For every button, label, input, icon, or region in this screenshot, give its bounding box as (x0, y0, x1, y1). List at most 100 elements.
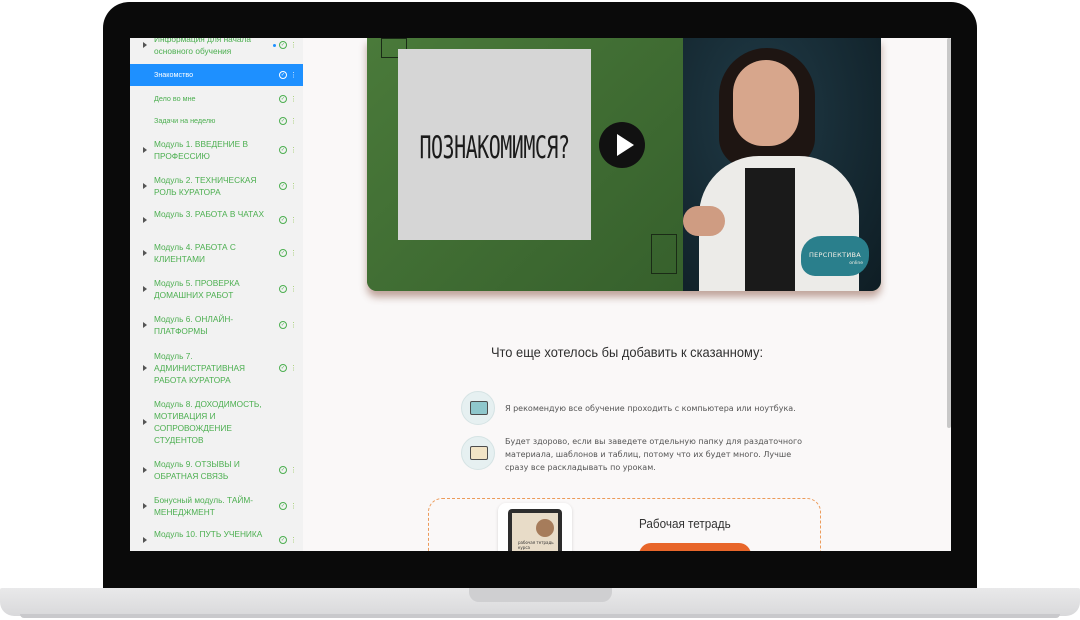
workbook-title: Рабочая тетрадь (639, 516, 731, 531)
laptop-base-shadow (20, 614, 1060, 618)
sidebar-item[interactable]: Модуль 4. РАБОТА С КЛИЕНТАМИ ✓ ⋮ (130, 236, 303, 270)
tip-item: Будет здорово, если вы заведете отдельну… (461, 436, 802, 478)
more-options-icon[interactable]: ⋮ (290, 117, 297, 125)
sidebar-item-label: Модуль 9. ОТЗЫВЫ И ОБРАТНАЯ СВЯЗЬ (154, 459, 240, 481)
sidebar-item-label: Модуль 6. ОНЛАЙН-ПЛАТФОРМЫ (154, 314, 234, 336)
more-options-icon[interactable]: ⋮ (290, 216, 297, 224)
completed-check-icon: ✓ (279, 71, 287, 79)
expand-arrow-icon[interactable] (143, 503, 147, 509)
presenter-top (745, 168, 795, 291)
sidebar-item[interactable]: Модуль 8. ДОХОДИМОСТЬ, МОТИВАЦИЯ И СОПРО… (130, 394, 303, 450)
expand-arrow-icon[interactable] (143, 147, 147, 153)
completed-check-icon: ✓ (279, 249, 287, 257)
more-options-icon[interactable]: ⋮ (290, 364, 297, 372)
completed-check-icon: ✓ (279, 216, 287, 224)
sidebar-item[interactable]: Модуль 2. ТЕХНИЧЕСКАЯ РОЛЬ КУРАТОРА ✓ ⋮ (130, 168, 303, 204)
more-options-icon[interactable]: ⋮ (290, 502, 297, 510)
more-options-icon[interactable]: ⋮ (290, 285, 297, 293)
more-options-icon[interactable]: ⋮ (290, 95, 297, 103)
completed-check-icon: ✓ (279, 364, 287, 372)
expand-arrow-icon[interactable] (143, 419, 147, 425)
board-frame (651, 234, 677, 274)
screen: Информация для начала основного обучения… (130, 38, 951, 551)
sidebar-item[interactable]: Задачи на неделю ✓ ⋮ (130, 110, 303, 132)
sidebar-item[interactable]: Модуль 5. ПРОВЕРКА ДОМАШНИХ РАБОТ ✓ ⋮ (130, 272, 303, 306)
sidebar-item[interactable]: Информация для начала основного обучения… (130, 38, 303, 60)
folder-icon (461, 436, 495, 470)
sidebar-item-label: Дело во мне (154, 94, 196, 103)
lesson-sidebar: Информация для начала основного обучения… (130, 38, 303, 551)
workbook-card: рабочая тетрадь курса Рабочая тетрадь (428, 498, 821, 551)
video-paper-sheet: ПОЗНАКОМИМСЯ? (398, 49, 591, 240)
sidebar-item[interactable]: Дело во мне ✓ ⋮ (130, 88, 303, 110)
video-green-board: ПОЗНАКОМИМСЯ? (367, 38, 683, 291)
sidebar-item[interactable]: Модуль 9. ОТЗЫВЫ И ОБРАТНАЯ СВЯЗЬ ✓ ⋮ (130, 452, 303, 488)
completed-check-icon: ✓ (279, 41, 287, 49)
expand-arrow-icon[interactable] (143, 286, 147, 292)
workbook-cover: рабочая тетрадь курса (512, 513, 558, 551)
more-options-icon[interactable]: ⋮ (290, 321, 297, 329)
sidebar-item-label: Модуль 2. ТЕХНИЧЕСКАЯ РОЛЬ КУРАТОРА (154, 175, 257, 197)
sidebar-item[interactable]: Знакомство ✓ ⋮ (130, 64, 303, 86)
video-player[interactable]: ПОЗНАКОМИМСЯ? ПЕРСПЕКТИВА online (367, 38, 881, 291)
sidebar-item-label: Модуль 8. ДОХОДИМОСТЬ, МОТИВАЦИЯ И СОПРО… (154, 399, 262, 445)
completed-check-icon: ✓ (279, 95, 287, 103)
expand-arrow-icon[interactable] (143, 183, 147, 189)
sidebar-item[interactable]: Модуль 6. ОНЛАЙН-ПЛАТФОРМЫ ✓ ⋮ (130, 308, 303, 342)
section-title: Что еще хотелось бы добавить к сказанном… (490, 344, 764, 360)
more-options-icon[interactable]: ⋮ (290, 71, 297, 79)
more-options-icon[interactable]: ⋮ (290, 249, 297, 257)
completed-check-icon: ✓ (279, 117, 287, 125)
sidebar-item-label: Модуль 5. ПРОВЕРКА ДОМАШНИХ РАБОТ (154, 278, 240, 300)
sidebar-item[interactable]: Модуль 1. ВВЕДЕНИЕ В ПРОФЕССИЮ ✓ ⋮ (130, 132, 303, 168)
tip-text: Я рекомендую все обучение проходить с ко… (505, 404, 796, 413)
sidebar-item-label: Модуль 4. РАБОТА С КЛИЕНТАМИ (154, 242, 236, 264)
laptop-notch (469, 588, 612, 602)
video-paper-text: ПОЗНАКОМИМСЯ? (419, 128, 570, 166)
expand-arrow-icon[interactable] (143, 467, 147, 473)
more-options-icon[interactable]: ⋮ (290, 146, 297, 154)
sidebar-item-label: Бонусный модуль. ТАЙМ-МЕНЕДЖМЕНТ (154, 495, 254, 517)
expand-arrow-icon[interactable] (143, 365, 147, 371)
sidebar-item-label: Задачи на неделю (154, 116, 216, 125)
completed-check-icon: ✓ (279, 146, 287, 154)
brand-logo-text: ПЕРСПЕКТИВА (808, 251, 862, 259)
sidebar-item[interactable]: Модуль 3. РАБОТА В ЧАТАХ ✓ ⋮ (130, 206, 303, 234)
presenter-face (733, 60, 799, 146)
expand-arrow-icon[interactable] (143, 322, 147, 328)
scrollbar[interactable] (947, 38, 951, 428)
sidebar-item[interactable]: Модуль 7. АДМИНИСТРАТИВНАЯ РАБОТА КУРАТО… (130, 344, 303, 392)
workbook-cover-image: рабочая тетрадь курса (498, 503, 572, 551)
completed-check-icon: ✓ (279, 182, 287, 190)
sidebar-item[interactable]: Модуль 10. ПУТЬ УЧЕНИКА ✓ ⋮ (130, 526, 303, 551)
presenter-hand (683, 206, 725, 236)
expand-arrow-icon[interactable] (143, 42, 147, 48)
tip-text: Будет здорово, если вы заведете отдельну… (505, 437, 803, 472)
sidebar-item-label: Модуль 7. АДМИНИСТРАТИВНАЯ РАБОТА КУРАТО… (154, 351, 245, 385)
sidebar-item[interactable]: Бонусный модуль. ТАЙМ-МЕНЕДЖМЕНТ ✓ ⋮ (130, 488, 303, 524)
more-options-icon[interactable]: ⋮ (290, 466, 297, 474)
expand-arrow-icon[interactable] (143, 217, 147, 223)
workbook-cover-label: рабочая тетрадь курса (518, 540, 554, 550)
play-button[interactable] (599, 122, 645, 168)
workbook-cover-shape (536, 519, 554, 537)
workbook-download-button[interactable] (639, 543, 751, 551)
expand-arrow-icon[interactable] (143, 537, 147, 543)
more-options-icon[interactable]: ⋮ (290, 536, 297, 544)
play-icon (617, 134, 634, 156)
lesson-content: ПОЗНАКОМИМСЯ? ПЕРСПЕКТИВА online Что еще… (327, 38, 947, 551)
sidebar-item-label: Знакомство (154, 70, 194, 79)
sidebar-item-label: Информация для начала основного обучения (154, 38, 251, 56)
computer-screen-shape (470, 401, 488, 415)
progress-dot-icon (273, 44, 276, 47)
completed-check-icon: ✓ (279, 466, 287, 474)
sidebar-item-label: Модуль 1. ВВЕДЕНИЕ В ПРОФЕССИЮ (154, 139, 249, 161)
completed-check-icon: ✓ (279, 285, 287, 293)
sidebar-item-label: Модуль 3. РАБОТА В ЧАТАХ (154, 209, 265, 219)
expand-arrow-icon[interactable] (143, 250, 147, 256)
more-options-icon[interactable]: ⋮ (290, 182, 297, 190)
completed-check-icon: ✓ (279, 536, 287, 544)
sidebar-item-label: Модуль 10. ПУТЬ УЧЕНИКА (154, 529, 263, 539)
more-options-icon[interactable]: ⋮ (290, 41, 297, 49)
brand-logo-subtext: online (849, 261, 863, 266)
